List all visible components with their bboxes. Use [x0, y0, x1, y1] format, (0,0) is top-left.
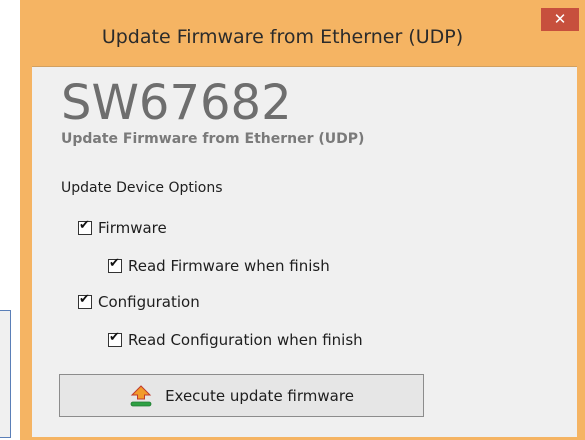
firmware-checkbox-label: Firmware	[98, 219, 167, 237]
title-bar[interactable]: Update Firmware from Etherner (UDP) ✕	[20, 0, 585, 66]
window-title: Update Firmware from Etherner (UDP)	[101, 26, 464, 48]
execute-button-label: Execute update firmware	[165, 386, 354, 405]
read-configuration-checkbox[interactable]: Read Configuration when finish	[108, 330, 363, 349]
update-firmware-dialog: Update Firmware from Etherner (UDP) ✕ SW…	[20, 0, 585, 440]
read-configuration-checkbox-label: Read Configuration when finish	[128, 331, 363, 349]
upload-arrow-icon	[129, 384, 153, 408]
dialog-content: SW67682 Update Firmware from Etherner (U…	[32, 66, 577, 437]
product-code: SW67682	[61, 75, 292, 131]
execute-update-firmware-button[interactable]: Execute update firmware	[59, 374, 424, 417]
configuration-checkbox[interactable]: Configuration	[78, 292, 200, 311]
options-section-title: Update Device Options	[61, 180, 223, 196]
close-button[interactable]: ✕	[541, 8, 579, 31]
read-firmware-checkbox-label: Read Firmware when finish	[128, 257, 330, 275]
dialog-subtitle: Update Firmware from Etherner (UDP)	[61, 131, 365, 147]
close-icon: ✕	[553, 10, 567, 28]
checkbox-checked-icon[interactable]	[108, 330, 122, 347]
checkbox-checked-icon[interactable]	[78, 292, 92, 309]
background-window-edge	[0, 310, 11, 438]
read-firmware-checkbox[interactable]: Read Firmware when finish	[108, 256, 330, 275]
checkbox-checked-icon[interactable]	[78, 218, 92, 235]
firmware-checkbox[interactable]: Firmware	[78, 218, 167, 237]
checkbox-checked-icon[interactable]	[108, 256, 122, 273]
configuration-checkbox-label: Configuration	[98, 293, 200, 311]
